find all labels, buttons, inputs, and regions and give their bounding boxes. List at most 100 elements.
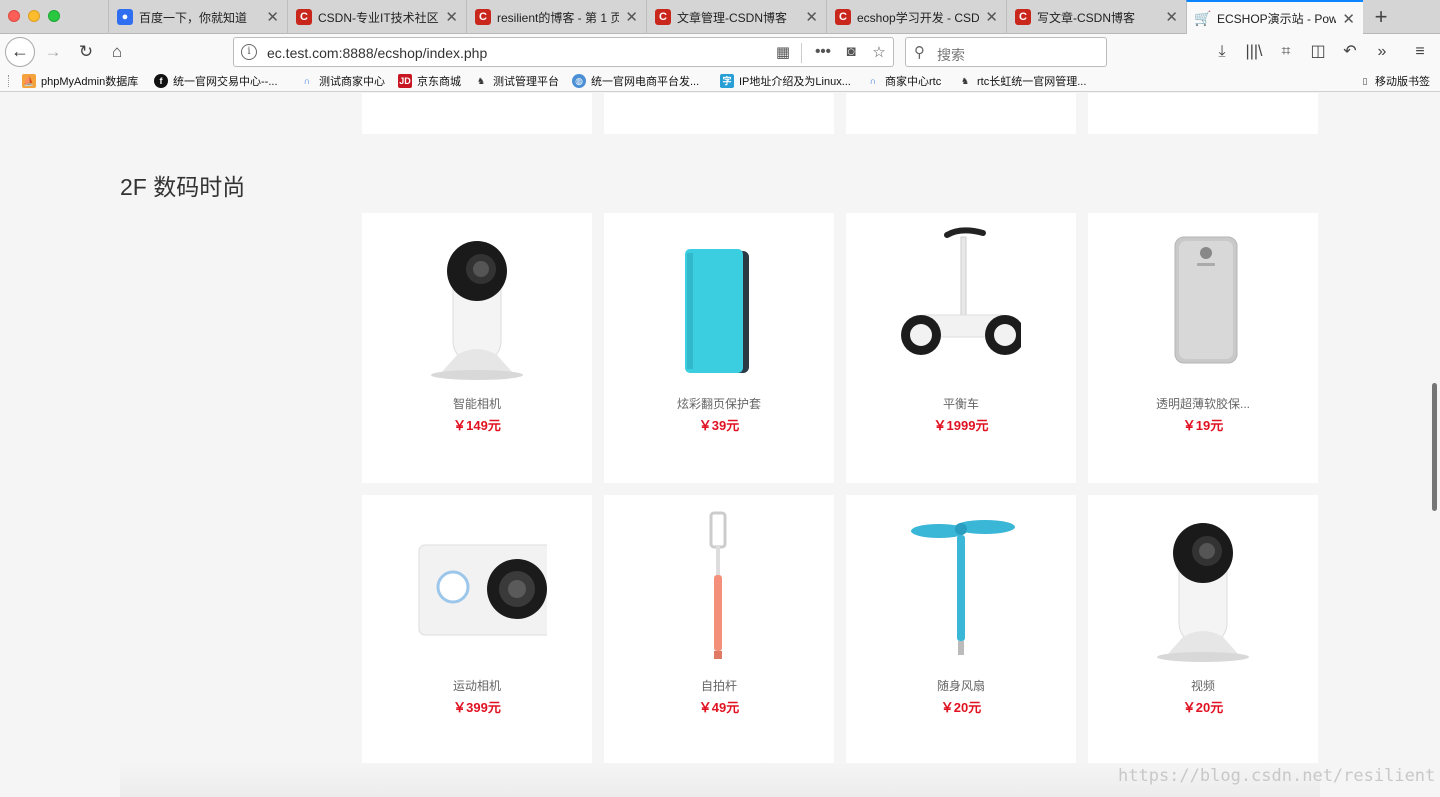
bookmarks-grip — [8, 75, 10, 87]
product-name[interactable]: 透明超薄软胶保... — [1088, 395, 1318, 412]
qr-code-icon[interactable]: ▦ — [773, 43, 793, 61]
usb-fan-image[interactable] — [901, 505, 1021, 665]
csdn-icon: C — [475, 9, 491, 25]
product-name[interactable]: 智能相机 — [362, 395, 592, 412]
menu-icon[interactable]: ≡ — [1408, 40, 1432, 64]
product-card[interactable]: 平衡车 ￥1999元 — [846, 213, 1076, 483]
downloads-icon[interactable]: ⤓ — [1210, 40, 1234, 64]
tab-baidu[interactable]: ● 百度一下，你就知道 ✕ — [108, 0, 287, 34]
phpmyadmin-icon: ⛵ — [22, 74, 36, 88]
bookmark-label: 测试管理平台 — [493, 76, 559, 88]
home-button[interactable]: ⌂ — [105, 40, 129, 64]
tab-ecshop-demo[interactable]: 🛒 ECSHOP演示站 - Powered ✕ — [1186, 0, 1363, 35]
flip-case-image[interactable] — [659, 223, 779, 383]
overflow-chevron-icon[interactable]: » — [1370, 40, 1394, 64]
tab-article-manage[interactable]: C 文章管理-CSDN博客 ✕ — [646, 0, 826, 34]
back-button[interactable]: ← — [5, 37, 35, 67]
tab-title: 写文章-CSDN博客 — [1037, 10, 1135, 25]
library-icon[interactable]: |||\ — [1242, 40, 1266, 64]
close-icon[interactable]: ✕ — [625, 8, 638, 26]
bookmark-item[interactable]: ∩ 商家中心rtc — [866, 73, 941, 89]
bookmark-label: 移动版书签 — [1375, 76, 1430, 88]
previous-product-card[interactable] — [846, 93, 1076, 134]
bookmark-item[interactable]: JD 京东商城 — [398, 73, 461, 89]
product-card[interactable]: 透明超薄软胶保... ￥19元 — [1088, 213, 1318, 483]
bookmark-item[interactable]: ⛵ phpMyAdmin数据库 — [22, 73, 138, 89]
bookmark-label: 测试商家中心 — [319, 76, 385, 88]
selfie-stick-image[interactable] — [659, 505, 779, 665]
product-price: ￥1999元 — [933, 418, 989, 433]
search-placeholder: 搜索 — [937, 47, 965, 63]
tab-write-article[interactable]: C 写文章-CSDN博客 ✕ — [1006, 0, 1186, 34]
tab-resilient-blog[interactable]: C resilient的博客 - 第 1 页 ✕ — [466, 0, 646, 34]
close-icon[interactable]: ✕ — [1165, 8, 1178, 26]
forward-button[interactable]: → — [41, 40, 65, 64]
previous-product-card[interactable] — [604, 93, 834, 134]
bookmark-item[interactable]: ♞ 测试管理平台 — [474, 73, 559, 89]
new-tab-button[interactable]: + — [1366, 4, 1396, 30]
reload-button[interactable]: ↻ — [74, 40, 98, 64]
previous-product-card[interactable] — [1088, 93, 1318, 134]
url-text[interactable]: ec.test.com:8888/ecshop/index.php — [267, 45, 487, 61]
sidebar-icon[interactable]: ◫ — [1306, 40, 1330, 64]
product-price: ￥20元 — [1182, 700, 1224, 715]
product-name[interactable]: 视频 — [1088, 677, 1318, 694]
clear-phone-case-image[interactable] — [1143, 223, 1263, 383]
tab-csdn-home[interactable]: C CSDN-专业IT技术社区 ✕ — [287, 0, 466, 34]
smart-camera-image[interactable] — [1143, 505, 1263, 665]
page-viewport: 2F 数码时尚 智能相机 ￥149元 炫彩翻页保护套 ￥39元 平衡车 ￥199… — [0, 93, 1440, 797]
product-card[interactable]: 自拍杆 ￥49元 — [604, 495, 834, 765]
close-icon[interactable]: ✕ — [1342, 10, 1355, 28]
previous-product-card[interactable] — [362, 93, 592, 134]
product-card[interactable]: 随身风扇 ￥20元 — [846, 495, 1076, 765]
balance-scooter-image[interactable] — [901, 223, 1021, 383]
product-name[interactable]: 平衡车 — [846, 395, 1076, 412]
product-name[interactable]: 随身风扇 — [846, 677, 1076, 694]
bookmark-star-icon[interactable]: ☆ — [869, 43, 889, 61]
test-platform-icon: ♞ — [476, 76, 486, 86]
site-info-icon[interactable]: i — [241, 44, 257, 60]
url-bar[interactable]: i ec.test.com:8888/ecshop/index.php ▦ ••… — [233, 37, 894, 67]
product-price: ￥20元 — [940, 700, 982, 715]
product-name[interactable]: 运动相机 — [362, 677, 592, 694]
zoom-window-button[interactable] — [48, 10, 60, 22]
product-price: ￥49元 — [698, 700, 740, 715]
close-icon[interactable]: ✕ — [805, 8, 818, 26]
tab-ecshop-dev[interactable]: C ecshop学习开发 - CSDN ✕ — [826, 0, 1006, 34]
product-card[interactable]: 智能相机 ￥149元 — [362, 213, 592, 483]
smart-camera-image[interactable] — [417, 223, 537, 383]
tab-title: CSDN-专业IT技术社区 — [318, 10, 439, 25]
minimize-window-button[interactable] — [28, 10, 40, 22]
ip-page-icon: 字 — [720, 74, 734, 88]
product-card[interactable]: 视频 ￥20元 — [1088, 495, 1318, 765]
bookmark-globe-icon: ∩ — [303, 76, 311, 86]
screenshot-crop-icon[interactable]: ⌗ — [1274, 40, 1298, 64]
product-price: ￥39元 — [698, 418, 740, 433]
bookmark-item[interactable]: f 统一官网交易中心--... — [154, 73, 278, 89]
bookmark-item[interactable]: ◍ 统一官网电商平台发... — [572, 73, 699, 89]
action-camera-image[interactable] — [407, 505, 547, 665]
tab-title: 文章管理-CSDN博客 — [677, 10, 787, 25]
mobile-bookmarks[interactable]: ▯ 移动版书签 — [1360, 73, 1430, 89]
csdn-icon: C — [1015, 9, 1031, 25]
bookmark-label: 商家中心rtc — [885, 76, 942, 88]
shopping-cart-icon: 🛒 — [1194, 10, 1212, 26]
product-name[interactable]: 自拍杆 — [604, 677, 834, 694]
scrollbar-thumb[interactable] — [1432, 383, 1437, 511]
bookmark-label: 统一官网电商平台发... — [591, 76, 700, 88]
product-name[interactable]: 炫彩翻页保护套 — [604, 395, 834, 412]
navigation-toolbar: ← → ↻ ⌂ i ec.test.com:8888/ecshop/index.… — [0, 34, 1440, 70]
undo-close-icon[interactable]: ↶ — [1338, 40, 1362, 64]
close-window-button[interactable] — [8, 10, 20, 22]
close-icon[interactable]: ✕ — [266, 8, 279, 26]
page-actions-icon[interactable]: ••• — [813, 43, 833, 60]
product-card[interactable]: 炫彩翻页保护套 ￥39元 — [604, 213, 834, 483]
bookmark-item[interactable]: 字 IP地址介绍及为Linux... — [720, 73, 851, 89]
bookmark-item[interactable]: ∩ 测试商家中心 — [300, 73, 385, 89]
close-icon[interactable]: ✕ — [985, 8, 998, 26]
pocket-icon[interactable]: ◙ — [841, 43, 861, 60]
product-card[interactable]: 运动相机 ￥399元 — [362, 495, 592, 765]
close-icon[interactable]: ✕ — [445, 8, 458, 26]
search-bar[interactable]: ⚲ 搜索 — [905, 37, 1107, 67]
bookmark-item[interactable]: ♞ rtc长虹统一官网管理... — [958, 73, 1086, 89]
